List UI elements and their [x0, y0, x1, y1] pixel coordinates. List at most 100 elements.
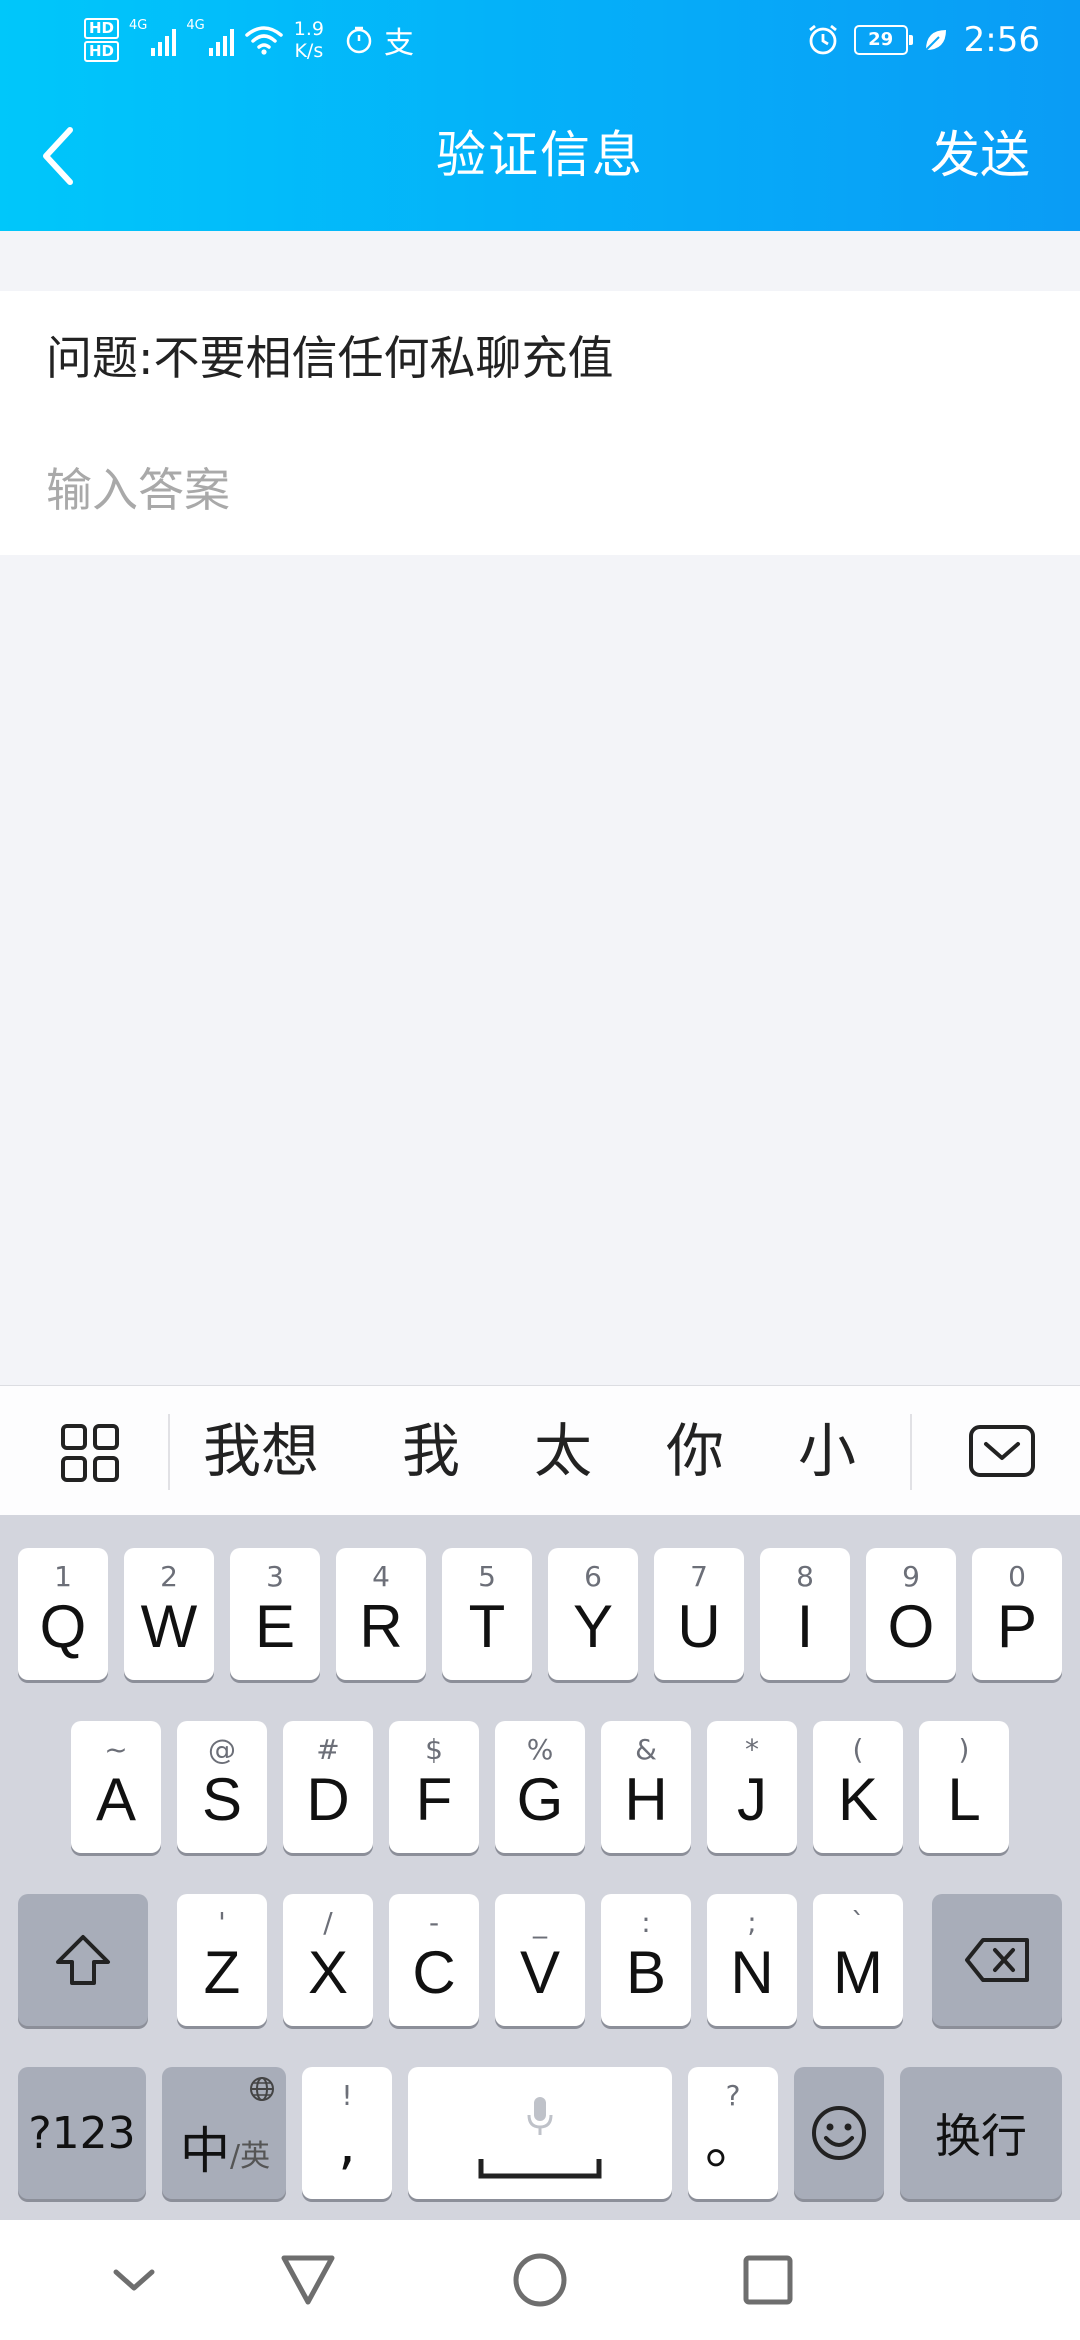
language-switch-key[interactable]: 中 /英: [162, 2067, 286, 2199]
key-secondary: /: [323, 1906, 333, 1939]
key-u[interactable]: 7U: [654, 1548, 744, 1680]
symbols-key[interactable]: ?123: [18, 2067, 146, 2199]
key-secondary: 3: [266, 1560, 284, 1593]
key-letter: I: [796, 1593, 814, 1660]
collapse-icon[interactable]: [98, 2244, 170, 2316]
chevron-left-icon: [43, 127, 73, 185]
candidate-bar: 我想 我 太 你 小: [0, 1385, 1080, 1516]
key-secondary: (: [852, 1733, 864, 1766]
key-secondary: 1: [54, 1560, 72, 1593]
key-g[interactable]: % G: [495, 1721, 585, 1853]
key-s[interactable]: @ S: [177, 1721, 267, 1853]
key-f[interactable]: $ F: [389, 1721, 479, 1853]
battery-icon: 29: [853, 25, 913, 55]
network-speed: 1.9 K/s: [294, 18, 324, 62]
key-letter: Z: [203, 1939, 241, 2006]
key-j[interactable]: * J: [707, 1721, 797, 1853]
key-o[interactable]: 9O: [866, 1548, 956, 1680]
key-k[interactable]: (K: [813, 1721, 903, 1853]
key-secondary: ': [218, 1906, 226, 1939]
candidate-item[interactable]: 太: [534, 1386, 592, 1516]
emoji-key-face: [794, 2067, 884, 2199]
key-b[interactable]: :B: [601, 1894, 691, 2026]
key-y[interactable]: 6Y: [548, 1548, 638, 1680]
key-secondary: 8: [796, 1560, 814, 1593]
key-r[interactable]: 4R: [336, 1548, 426, 1680]
status-left: HD HD 4G 4G 1.9 K/s 支: [84, 10, 414, 70]
key-m[interactable]: ` M: [813, 1894, 903, 2026]
key-letter: N: [730, 1939, 774, 2006]
key-letter: A: [95, 1766, 137, 1833]
key-letter: F: [415, 1766, 453, 1833]
key-t[interactable]: 5T: [442, 1548, 532, 1680]
key-secondary: 0: [1008, 1560, 1026, 1593]
key-q[interactable]: 1Q: [18, 1548, 108, 1680]
key-i[interactable]: 8I: [760, 1548, 850, 1680]
backspace-key[interactable]: [932, 1894, 1062, 2026]
key-letter: T: [468, 1593, 506, 1660]
key-letter: J: [737, 1766, 767, 1833]
key-letter: ,: [338, 2112, 356, 2177]
key-v[interactable]: _ V: [495, 1894, 585, 2026]
answer-input[interactable]: [46, 425, 1036, 555]
grid-icon[interactable]: [58, 1421, 122, 1485]
key-c[interactable]: -C: [389, 1894, 479, 2026]
system-navigation-bar: [0, 2220, 1080, 2340]
back-triangle-icon[interactable]: [272, 2244, 344, 2316]
hd-badges: HD HD: [84, 18, 120, 62]
alarm-icon: [808, 24, 837, 55]
candidate-item[interactable]: 小: [798, 1386, 856, 1516]
key-p[interactable]: 0P: [972, 1548, 1062, 1680]
space-key[interactable]: [408, 2067, 672, 2199]
period-key[interactable]: ? 。: [688, 2067, 778, 2199]
key-secondary: :: [641, 1906, 651, 1939]
network-type-1: 4G: [129, 18, 148, 33]
key-letter: W: [140, 1593, 198, 1660]
hd-badge-2: HD: [84, 41, 120, 62]
key-l[interactable]: ) L: [919, 1721, 1009, 1853]
candidate-item[interactable]: 你: [666, 1386, 724, 1516]
key-h[interactable]: & H: [601, 1721, 691, 1853]
key-letter: E: [254, 1593, 296, 1660]
candidate-item[interactable]: 我: [402, 1386, 460, 1516]
key-secondary: `: [851, 1906, 865, 1939]
network-type-2: 4G: [186, 18, 205, 33]
key-letter: B: [625, 1939, 667, 2006]
send-button[interactable]: 发送: [930, 80, 1030, 231]
key-x[interactable]: / X: [283, 1894, 373, 2026]
key-z[interactable]: ' Z: [177, 1894, 267, 2026]
candidate-item[interactable]: 我想: [203, 1386, 319, 1516]
shift-key[interactable]: [18, 1894, 148, 2026]
key-secondary: &: [635, 1733, 657, 1766]
key-n[interactable]: ; N: [707, 1894, 797, 2026]
candidate-divider: [168, 1414, 170, 1490]
app-notification-icon: 支: [383, 26, 414, 61]
back-button[interactable]: [40, 116, 100, 196]
home-circle-icon[interactable]: [504, 2244, 576, 2316]
key-e[interactable]: 3E: [230, 1548, 320, 1680]
key-letter: V: [519, 1939, 561, 2006]
key-secondary: @: [208, 1733, 236, 1766]
key-a[interactable]: ~ A: [71, 1721, 161, 1853]
emoji-key[interactable]: [794, 2067, 884, 2199]
nav-bar: 验证信息 发送: [0, 80, 1080, 231]
key-secondary: 7: [690, 1560, 708, 1593]
key-secondary: ): [958, 1733, 970, 1766]
key-d[interactable]: # D: [283, 1721, 373, 1853]
key-letter: Y: [572, 1593, 614, 1660]
status-bar: HD HD 4G 4G 1.9 K/s 支 29 2:56: [0, 0, 1080, 80]
key-letter: M: [833, 1939, 883, 2006]
recents-square-icon[interactable]: [732, 2244, 804, 2316]
status-right: 29 2:56: [806, 10, 1040, 70]
keyboard-hide-icon[interactable]: [968, 1424, 1036, 1478]
verification-form: 问题:不要相信任何私聊充值: [0, 291, 1080, 555]
wifi-icon: [244, 26, 283, 55]
key-secondary: %: [526, 1733, 554, 1766]
key-letter: U: [677, 1593, 721, 1660]
key-w[interactable]: 2W: [124, 1548, 214, 1680]
speed-unit: K/s: [294, 40, 324, 62]
mic-icon: [527, 2097, 553, 2135]
comma-key[interactable]: ! ,: [302, 2067, 392, 2199]
key-letter: S: [201, 1766, 243, 1833]
enter-key[interactable]: 换行: [900, 2067, 1062, 2199]
